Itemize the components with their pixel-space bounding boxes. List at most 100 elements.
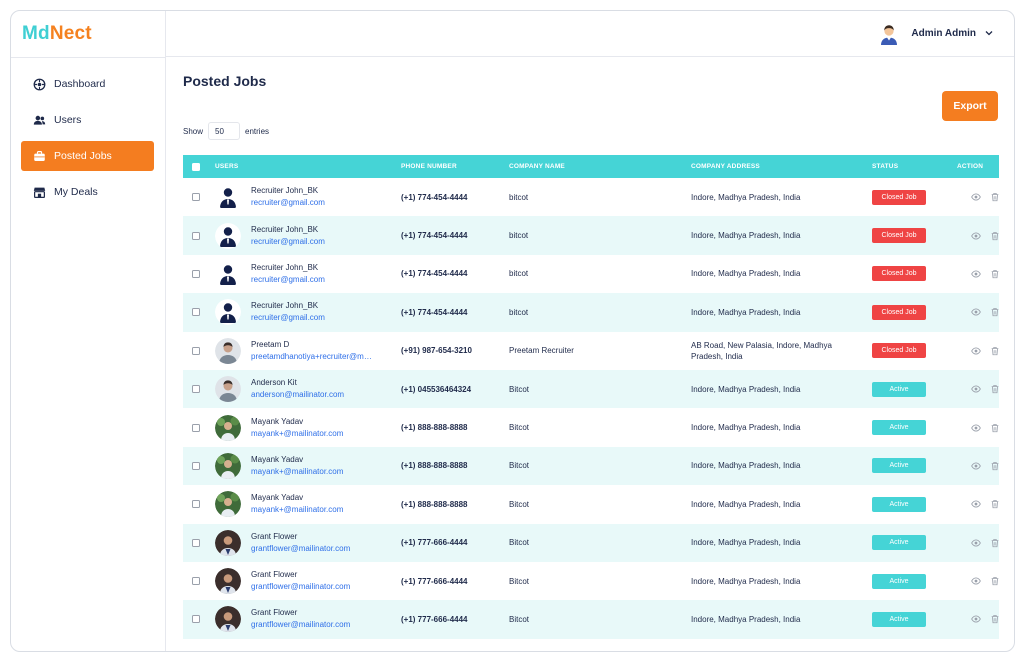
column-header-users[interactable]: USERS	[215, 155, 401, 178]
column-header-company[interactable]: COMPANY NAME	[509, 155, 691, 178]
export-button[interactable]: Export	[942, 91, 998, 121]
view-eye-icon[interactable]	[971, 192, 981, 202]
view-eye-icon[interactable]	[971, 346, 981, 356]
company-address: Indore, Madhya Pradesh, India	[691, 423, 801, 433]
page-title: Posted Jobs	[183, 73, 267, 89]
user-cell: Grant Flower grantflower@mailinator.com	[215, 600, 401, 638]
user-email[interactable]: preetamdhanotiya+recruiter@mailinator.co…	[251, 351, 376, 363]
row-checkbox[interactable]	[192, 269, 200, 278]
user-menu[interactable]: Admin Admin	[877, 21, 994, 45]
row-checkbox[interactable]	[192, 193, 200, 202]
user-name: Mayank Yadav	[251, 454, 304, 464]
row-checkbox[interactable]	[192, 461, 200, 470]
row-checkbox[interactable]	[192, 577, 200, 586]
row-checkbox[interactable]	[192, 231, 200, 240]
user-email[interactable]: mayank+@mailinator.com	[251, 504, 343, 516]
row-checkbox[interactable]	[192, 538, 200, 547]
view-eye-icon[interactable]	[971, 269, 981, 279]
view-eye-icon[interactable]	[971, 423, 981, 433]
delete-trash-icon[interactable]	[990, 423, 1000, 433]
row-checkbox[interactable]	[192, 615, 200, 624]
view-eye-icon[interactable]	[971, 461, 981, 471]
user-name: Recruiter John_BK	[251, 301, 319, 311]
user-email[interactable]: grantflower@mailinator.com	[251, 543, 350, 555]
row-checkbox[interactable]	[192, 308, 200, 317]
company-name: Bitcot	[509, 538, 530, 548]
avatar	[215, 376, 241, 403]
view-eye-icon[interactable]	[971, 614, 981, 624]
user-email[interactable]: mayank+@mailinator.com	[251, 428, 343, 440]
company-name: bitcot	[509, 192, 529, 202]
user-cell: Anderson Kit anderson@mailinator.com	[215, 370, 401, 408]
user-email[interactable]: grantflower@mailinator.com	[251, 581, 350, 593]
row-actions	[957, 499, 999, 509]
delete-trash-icon[interactable]	[990, 576, 1000, 586]
company-name: Preetam Recruiter	[509, 346, 574, 356]
status-badge: Active	[872, 496, 926, 512]
row-checkbox[interactable]	[192, 346, 200, 355]
avatar	[215, 529, 241, 556]
action-cell	[957, 255, 999, 293]
column-header-phone[interactable]: PHONE NUMBER	[401, 155, 509, 178]
status-cell: Active	[872, 408, 957, 446]
user-cell: Mayank Yadav mayank+@mailinator.com	[215, 408, 401, 446]
avatar	[215, 337, 241, 364]
row-select-cell	[183, 332, 215, 370]
delete-trash-icon[interactable]	[990, 192, 1000, 202]
delete-trash-icon[interactable]	[990, 384, 1000, 394]
user-text: Mayank Yadav mayank+@mailinator.com	[251, 416, 343, 440]
view-eye-icon[interactable]	[971, 307, 981, 317]
row-checkbox[interactable]	[192, 385, 200, 394]
company-name: bitcot	[509, 231, 529, 241]
company-name: Bitcot	[509, 499, 530, 509]
user-email[interactable]: recruiter@gmail.com	[251, 197, 325, 209]
delete-trash-icon[interactable]	[990, 231, 1000, 241]
sidebar-item-users[interactable]: Users	[21, 105, 154, 135]
avatar	[215, 414, 241, 441]
company-name: Bitcot	[509, 384, 530, 394]
delete-trash-icon[interactable]	[990, 461, 1000, 471]
sidebar-item-posted-jobs[interactable]: Posted Jobs	[21, 141, 154, 171]
table-row: Grant Flower grantflower@mailinator.com …	[183, 523, 1000, 562]
select-all-checkbox[interactable]	[192, 162, 200, 171]
action-cell	[957, 562, 999, 600]
view-eye-icon[interactable]	[971, 384, 981, 394]
user-email[interactable]: recruiter@gmail.com	[251, 274, 325, 286]
delete-trash-icon[interactable]	[990, 538, 1000, 548]
action-cell	[957, 178, 999, 216]
sidebar-item-my-deals[interactable]: My Deals	[21, 177, 154, 207]
user-email[interactable]: grantflower@mailinator.com	[251, 619, 350, 631]
sidebar-item-label: Dashboard	[54, 78, 106, 90]
user-text: Recruiter John_BK recruiter@gmail.com	[251, 262, 325, 286]
sidebar-item-dashboard[interactable]: Dashboard	[21, 69, 154, 99]
delete-trash-icon[interactable]	[990, 269, 1000, 279]
entries-input[interactable]	[208, 122, 241, 140]
user-email[interactable]: recruiter@gmail.com	[251, 236, 325, 248]
table-body: Recruiter John_BK recruiter@gmail.com (+…	[183, 178, 999, 639]
delete-trash-icon[interactable]	[990, 499, 1000, 509]
view-eye-icon[interactable]	[971, 538, 981, 548]
user-cell: Mayank Yadav mayank+@mailinator.com	[215, 485, 401, 523]
user-email[interactable]: mayank+@mailinator.com	[251, 466, 343, 478]
column-header-status[interactable]: STATUS	[872, 155, 957, 178]
company-address: Indore, Madhya Pradesh, India	[691, 231, 801, 241]
row-checkbox[interactable]	[192, 423, 200, 432]
phone-number: (+1) 777-666-4444	[401, 576, 468, 586]
user-name: Grant Flower	[251, 608, 298, 618]
column-header-address[interactable]: COMPANY ADDRESS	[691, 155, 872, 178]
user-cell: Grant Flower grantflower@mailinator.com	[215, 524, 401, 562]
row-checkbox[interactable]	[192, 500, 200, 509]
delete-trash-icon[interactable]	[990, 346, 1000, 356]
company-address: Indore, Madhya Pradesh, India	[691, 499, 801, 509]
view-eye-icon[interactable]	[971, 576, 981, 586]
delete-trash-icon[interactable]	[990, 307, 1000, 317]
table-row: Recruiter John_BK recruiter@gmail.com (+…	[183, 216, 1000, 255]
user-email[interactable]: recruiter@gmail.com	[251, 312, 325, 324]
chevron-down-icon	[985, 31, 993, 36]
delete-trash-icon[interactable]	[990, 614, 1000, 624]
view-eye-icon[interactable]	[971, 231, 981, 241]
brand-logo[interactable]: MdNect	[22, 23, 92, 45]
status-cell: Active	[872, 524, 957, 562]
view-eye-icon[interactable]	[971, 499, 981, 509]
user-email[interactable]: anderson@mailinator.com	[251, 389, 344, 401]
